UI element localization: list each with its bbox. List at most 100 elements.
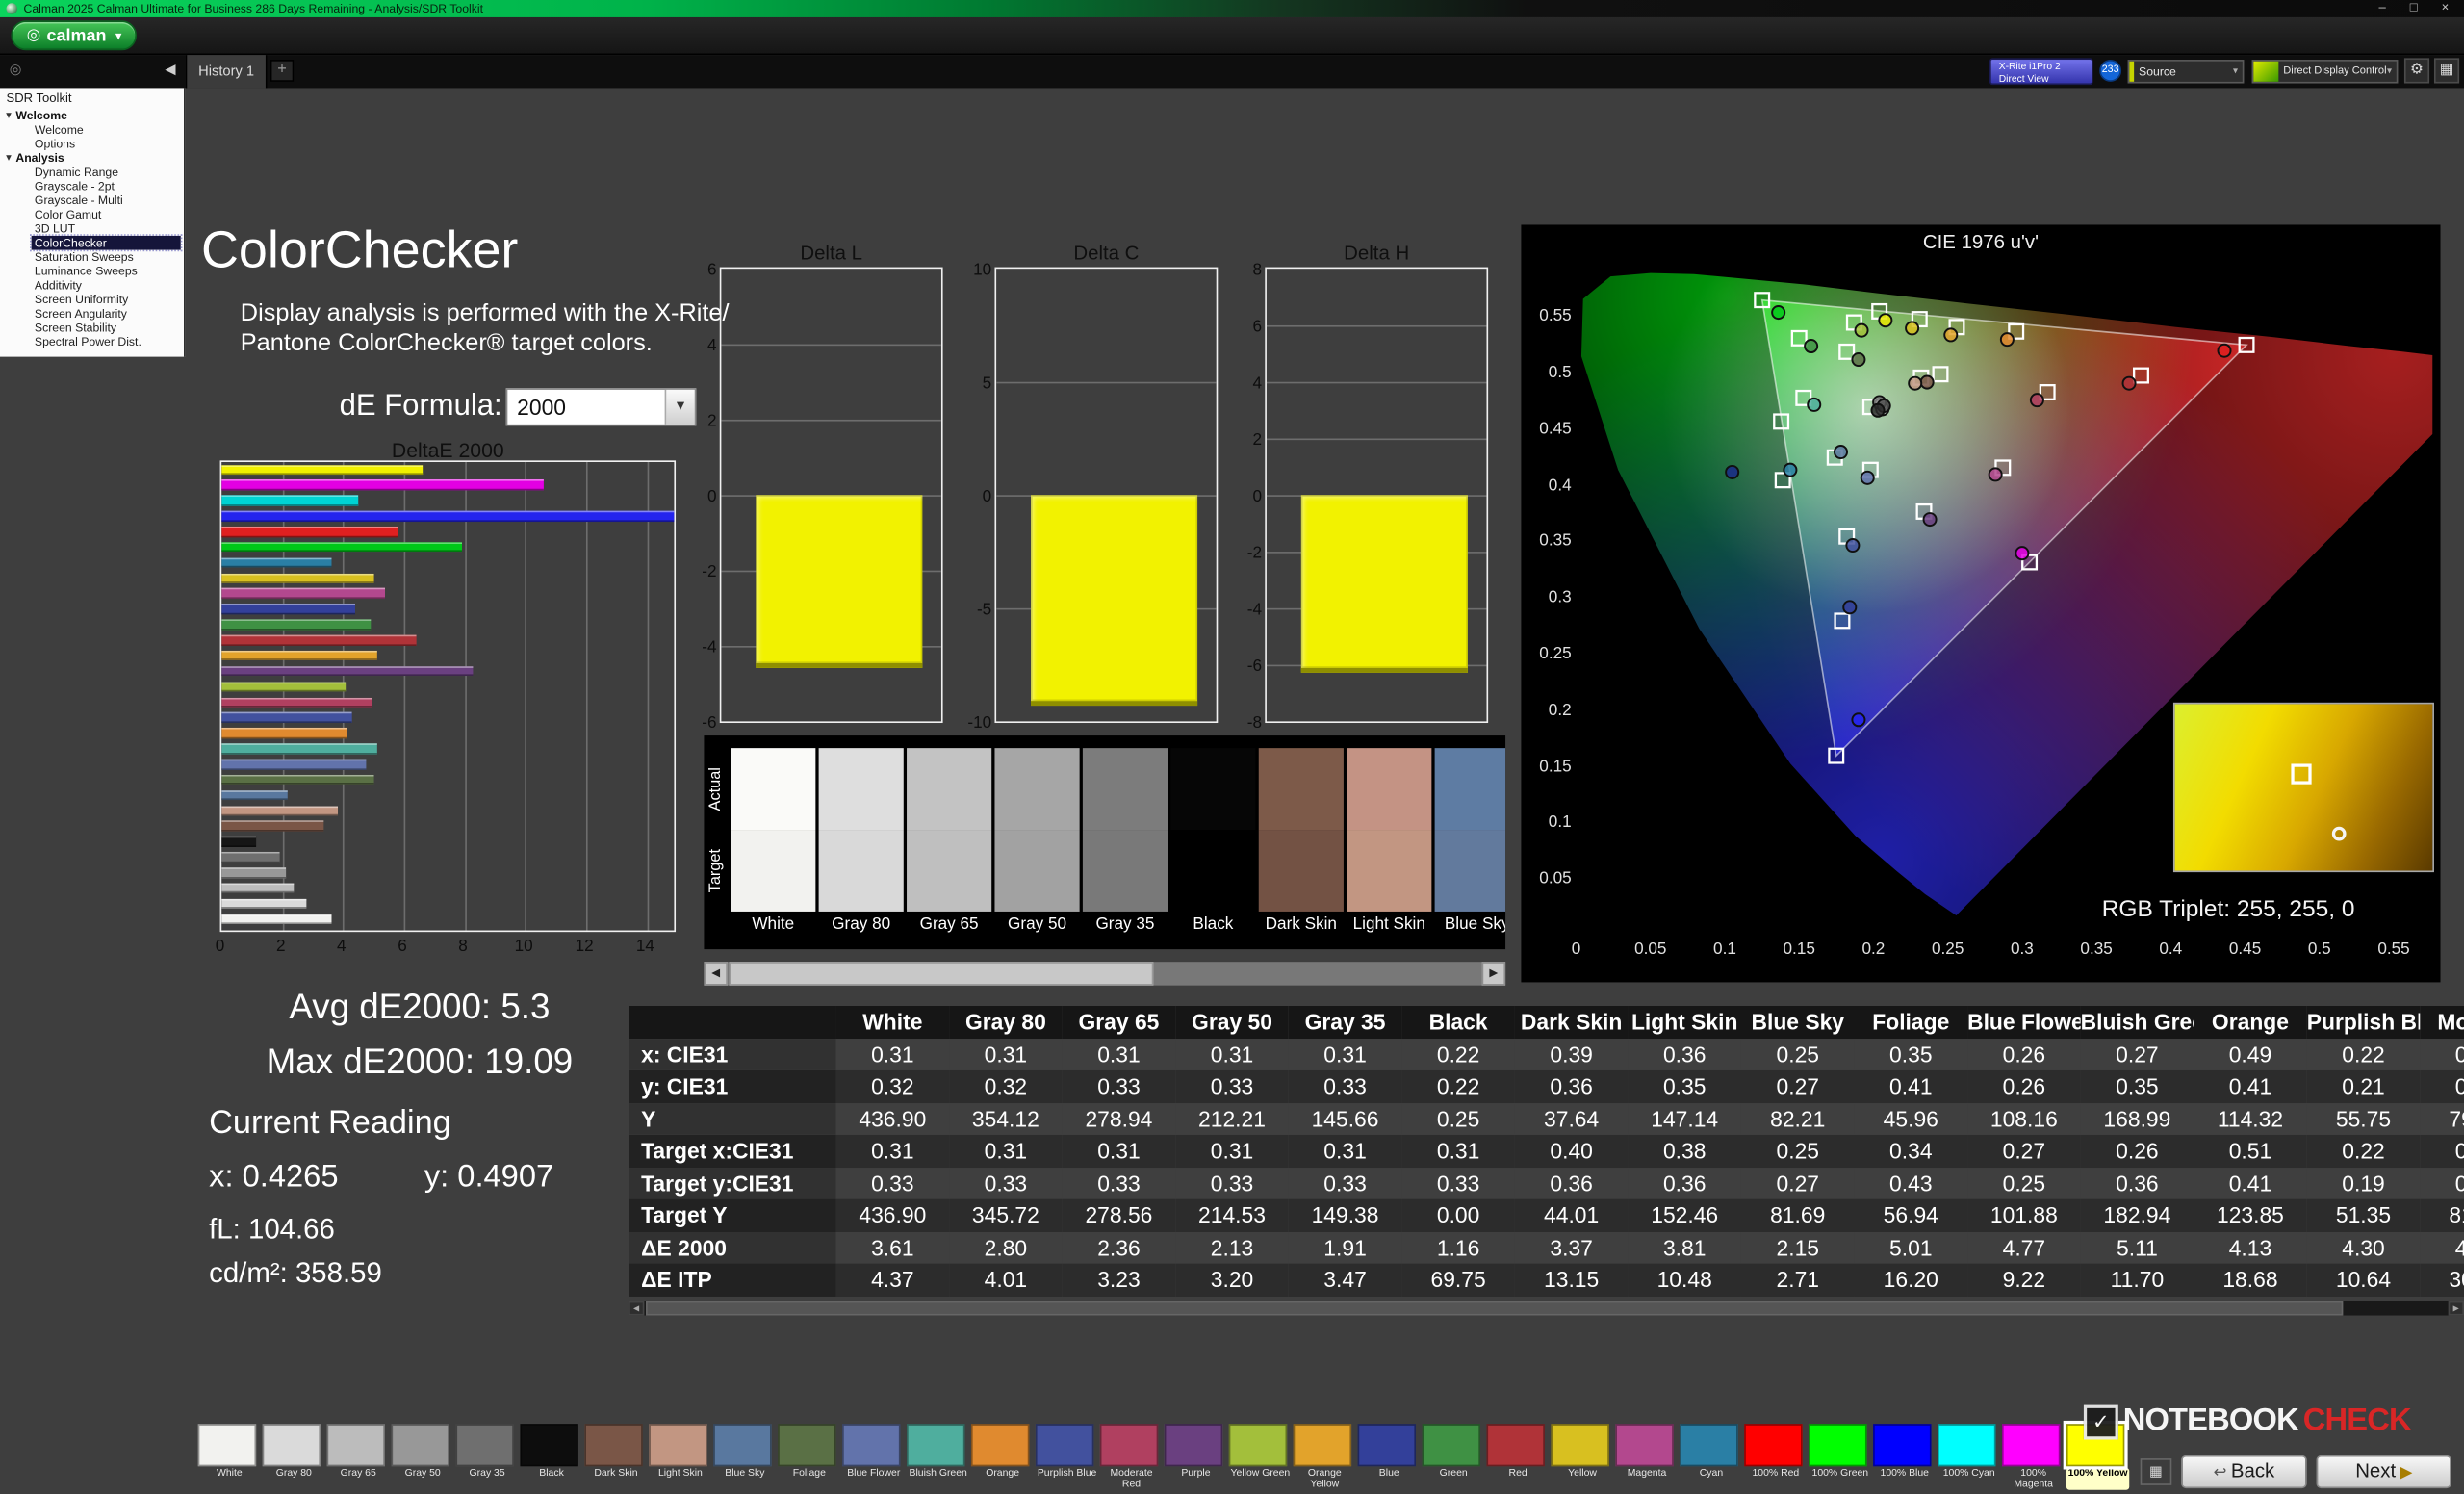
patch-gray-80[interactable]: Gray 80 [262, 1424, 327, 1490]
table-cell: 0.36 [1550, 1073, 1593, 1099]
target-swatch [1434, 830, 1506, 912]
patch-yellow[interactable]: Yellow [1551, 1424, 1615, 1490]
meter-button[interactable]: X-Rite i1Pro 2 Direct View [1989, 58, 2093, 86]
tab-history-1[interactable]: History 1 [185, 55, 268, 89]
patch-blue-sky[interactable]: Blue Sky [713, 1424, 778, 1490]
sidebar-item-luminance-sweeps[interactable]: Luminance Sweeps [0, 264, 184, 278]
deltae-bar-light-skin [221, 805, 338, 816]
de-formula-dropdown[interactable]: 2000 ▾ [505, 388, 697, 426]
source-dropdown[interactable]: Source ▾ [2127, 60, 2245, 84]
table-scrollbar[interactable]: ◀ ▶ [629, 1301, 2464, 1316]
cie-measured-point [1783, 462, 1798, 477]
patch-white[interactable]: White [197, 1424, 263, 1490]
sidebar-item-screen-stability[interactable]: Screen Stability [0, 321, 184, 335]
sidebar-item-grayscale-2pt[interactable]: Grayscale - 2pt [0, 179, 184, 193]
window-title: Calman 2025 Calman Ultimate for Business… [23, 1, 484, 16]
patch-blue[interactable]: Blue [1357, 1424, 1423, 1490]
max-de2000: Max dE2000: 19.09 [266, 1042, 574, 1082]
patch-gray-65[interactable]: Gray 65 [326, 1424, 392, 1490]
display-control-dropdown[interactable]: Direct Display Control ▾ [2251, 60, 2399, 84]
sidebar-group-welcome[interactable]: ▾ Welcome [0, 109, 184, 123]
add-tab-button[interactable]: + [270, 60, 295, 82]
next-arrow-icon: ▶ [2396, 1464, 2413, 1482]
patch-yellow-green[interactable]: Yellow Green [1228, 1424, 1294, 1490]
close-button[interactable]: × [2429, 0, 2461, 17]
keyboard-shortcut-button[interactable]: ▦ [2140, 1458, 2172, 1485]
swatch-label: Gray 35 [1095, 914, 1155, 934]
sidebar-item-3d-lut[interactable]: 3D LUT [0, 221, 184, 236]
sidebar-collapse-icon[interactable]: ◀ [165, 62, 175, 79]
scroll-left-arrow[interactable]: ◀ [629, 1301, 645, 1316]
table-cell: 0.31 [871, 1042, 914, 1068]
current-reading-title: Current Reading [209, 1104, 451, 1142]
comparison-scrollbar[interactable]: ◀ ▶ [704, 962, 1506, 986]
sidebar-item-color-gamut[interactable]: Color Gamut [0, 208, 184, 222]
table-cell: 0.43 [1889, 1170, 1933, 1197]
patch-orange[interactable]: Orange [970, 1424, 1036, 1490]
patch-black[interactable]: Black [520, 1424, 584, 1490]
table-cell: 2.13 [1210, 1234, 1254, 1260]
table-cell: 81.59 [2449, 1202, 2464, 1228]
next-button[interactable]: Next ▶ [2316, 1455, 2451, 1489]
patch-100-green[interactable]: 100% Green [1809, 1424, 1873, 1490]
patch-label: Blue Flower [847, 1467, 901, 1480]
app-window: Calman 2025 Calman Ultimate for Business… [0, 0, 2464, 1494]
sidebar-item-grayscale-multi[interactable]: Grayscale - Multi [0, 193, 184, 208]
sidebar-item-additivity[interactable]: Additivity [0, 278, 184, 293]
pin-icon[interactable]: ◎ [10, 62, 22, 79]
table-corner-cell [629, 1005, 836, 1039]
patch-100-red[interactable]: 100% Red [1744, 1424, 1809, 1490]
table-cell: 0.21 [2342, 1073, 2385, 1099]
layout-grid-button[interactable]: ▦ [2433, 58, 2460, 84]
sidebar-item-spectral-power-dist[interactable]: Spectral Power Dist. [0, 335, 184, 349]
gridline [721, 344, 941, 347]
scrollbar-thumb[interactable] [646, 1301, 2344, 1316]
scroll-right-arrow[interactable]: ▶ [1481, 962, 1506, 986]
swatch-comparison-panel: Actual Target White Gray 80 Gray 65 Gray 50… [704, 735, 1506, 950]
sidebar-item-screen-angularity[interactable]: Screen Angularity [0, 306, 184, 321]
patch-dark-skin[interactable]: Dark Skin [584, 1424, 649, 1490]
sidebar-item-screen-uniformity[interactable]: Screen Uniformity [0, 293, 184, 307]
sidebar-item-saturation-sweeps[interactable]: Saturation Sweeps [0, 250, 184, 265]
scrollbar-thumb[interactable] [729, 962, 1154, 986]
patch-bluish-green[interactable]: Bluish Green [907, 1424, 971, 1490]
patch-blue-flower[interactable]: Blue Flower [842, 1424, 907, 1490]
maximize-button[interactable]: □ [2398, 0, 2429, 17]
patch-orange-yellow[interactable]: Orange Yellow [1293, 1424, 1358, 1490]
table-cell: 123.85 [2216, 1202, 2284, 1228]
patch-green[interactable]: Green [1422, 1424, 1487, 1490]
sidebar-item-welcome[interactable]: Welcome [0, 122, 184, 137]
patch-purple[interactable]: Purple [1164, 1424, 1229, 1490]
patch-moderate-red[interactable]: Moderate Red [1099, 1424, 1165, 1490]
patch-gray-35[interactable]: Gray 35 [455, 1424, 520, 1490]
minimize-button[interactable]: – [2367, 0, 2399, 17]
patch-magenta[interactable]: Magenta [1615, 1424, 1680, 1490]
sidebar-item-colorchecker[interactable]: ColorChecker [30, 234, 183, 252]
sidebar-item-dynamic-range[interactable]: Dynamic Range [0, 165, 184, 179]
patch-100-blue[interactable]: 100% Blue [1873, 1424, 1938, 1490]
patch-purplish-blue[interactable]: Purplish Blue [1035, 1424, 1100, 1490]
patch-100-magenta[interactable]: 100% Magenta [2001, 1424, 2066, 1490]
patch-gray-50[interactable]: Gray 50 [391, 1424, 456, 1490]
actual-swatch [994, 748, 1080, 831]
x-axis-tick-label: 10 [514, 937, 533, 956]
scroll-left-arrow[interactable]: ◀ [704, 962, 728, 986]
table-cell: 0.33 [984, 1170, 1028, 1197]
patch-foliage[interactable]: Foliage [778, 1424, 842, 1490]
patch-cyan[interactable]: Cyan [1680, 1424, 1744, 1490]
deltae-bar-purplish-blue [221, 712, 352, 723]
sidebar-item-options[interactable]: Options [0, 137, 184, 151]
cie-chart-title: CIE 1976 u'v' [1922, 230, 2040, 253]
patch-light-skin[interactable]: Light Skin [649, 1424, 713, 1490]
scroll-right-arrow[interactable]: ▶ [2448, 1301, 2464, 1316]
meter-count-badge[interactable]: 233 [2099, 60, 2122, 82]
comparison-swatch-gray-50: Gray 50 [994, 748, 1082, 937]
patch-red[interactable]: Red [1486, 1424, 1551, 1490]
sidebar-group-analysis[interactable]: ▾ Analysis [0, 151, 184, 166]
patch-100-cyan[interactable]: 100% Cyan [1938, 1424, 2002, 1490]
back-button[interactable]: ↩ Back [2181, 1455, 2307, 1489]
calman-menu-button[interactable]: ◎ calman ▾ [11, 20, 138, 51]
actual-row-label: Actual [706, 766, 725, 811]
table-cell: 9.22 [2002, 1267, 2046, 1293]
settings-gear-button[interactable]: ⚙ [2403, 58, 2430, 84]
